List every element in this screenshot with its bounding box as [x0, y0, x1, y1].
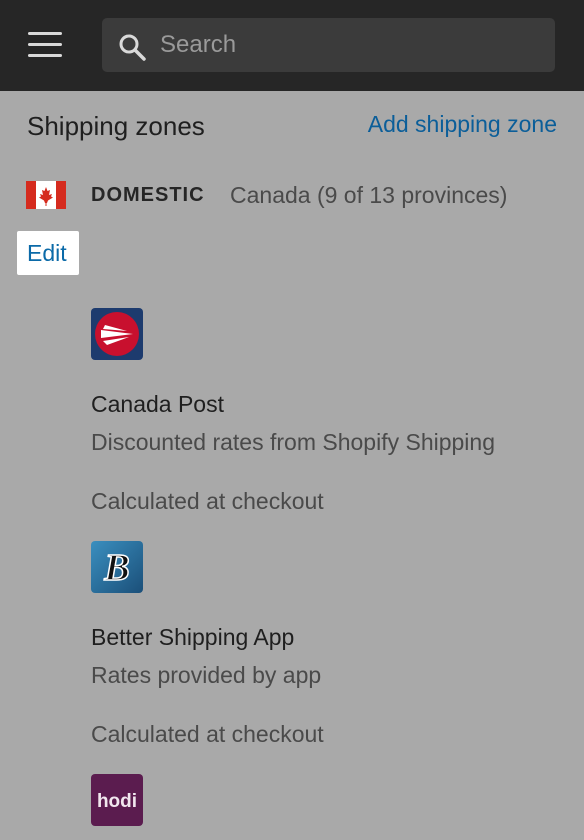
better-shipping-app-logo: B	[91, 541, 143, 593]
canada-post-logo	[91, 308, 143, 360]
hodi-logo-text: hodi	[97, 791, 137, 812]
hodi-logo: hodi	[91, 774, 143, 826]
add-shipping-zone-link[interactable]: Add shipping zone	[368, 111, 557, 138]
better-shipping-logo-letter: B	[103, 547, 129, 589]
canada-flag-icon	[26, 181, 66, 209]
zone-region: Canada (9 of 13 provinces)	[230, 182, 508, 208]
carrier-description: Rates provided by app	[91, 662, 322, 688]
carrier-description: Discounted rates from Shopify Shipping	[91, 429, 495, 455]
edit-zone-link[interactable]: Edit	[27, 240, 67, 267]
search-input[interactable]	[160, 18, 540, 72]
hamburger-menu-icon[interactable]	[28, 30, 62, 60]
carrier-rate: Calculated at checkout	[91, 721, 324, 747]
page-title: Shipping zones	[27, 111, 205, 141]
zone-name: DOMESTIC	[91, 184, 205, 206]
carrier-name: Canada Post	[91, 391, 224, 417]
search-bar[interactable]	[102, 18, 555, 72]
top-bar	[0, 0, 584, 91]
search-icon	[119, 34, 146, 61]
carrier-rate: Calculated at checkout	[91, 488, 324, 514]
carrier-name: Better Shipping App	[91, 624, 295, 650]
